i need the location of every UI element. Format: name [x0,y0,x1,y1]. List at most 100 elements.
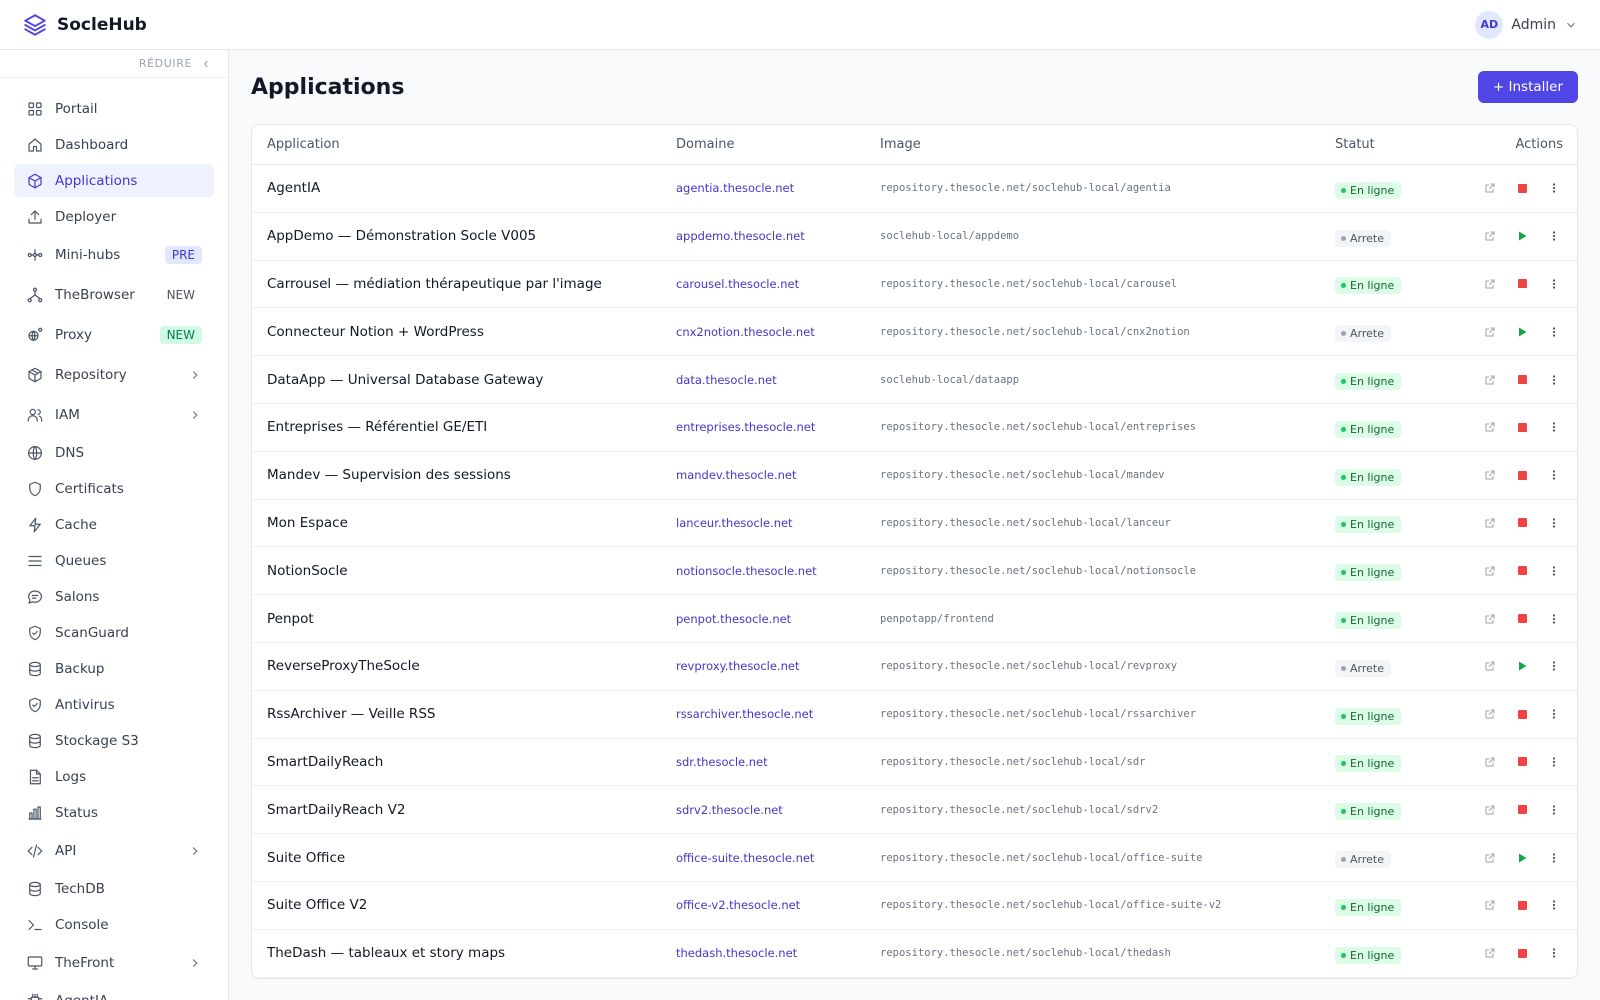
more-actions-button[interactable] [1538,176,1570,200]
open-external-button[interactable] [1474,368,1506,392]
stop-button[interactable] [1506,607,1538,631]
open-external-button[interactable] [1474,415,1506,439]
more-actions-button[interactable] [1538,607,1570,631]
table-row[interactable]: NotionSocle notionsocle.thesocle.net repos… [252,547,1577,596]
open-external-button[interactable] [1474,750,1506,774]
sidebar-item-certificats[interactable]: Certificats [14,472,214,505]
start-button[interactable] [1506,846,1538,870]
stop-button[interactable] [1506,511,1538,535]
domain-link[interactable]: lanceur.thesocle.net [676,516,793,530]
column-header-application[interactable]: Application [267,137,340,152]
table-row[interactable]: Carrousel — médiation thérapeutique par … [252,261,1577,309]
domain-link[interactable]: office-suite.thesocle.net [676,851,814,865]
open-external-button[interactable] [1474,320,1506,344]
sidebar-item-scanguard[interactable]: ScanGuard [14,616,214,649]
more-actions-button[interactable] [1538,415,1570,439]
user-menu[interactable]: AD Admin [1475,10,1578,39]
open-external-button[interactable] [1474,224,1506,248]
sidebar-item-cache[interactable]: Cache [14,508,214,541]
table-row[interactable]: Entreprises — Référentiel GE/ETI entrepri… [252,404,1577,452]
column-header-domain[interactable]: Domaine [676,137,734,152]
open-external-button[interactable] [1474,511,1506,535]
stop-button[interactable] [1506,272,1538,296]
open-external-button[interactable] [1474,941,1506,965]
domain-link[interactable]: appdemo.thesocle.net [676,229,805,243]
open-external-button[interactable] [1474,654,1506,678]
sidebar-item-thebrowser[interactable]: TheBrowser NEW [14,276,214,313]
sidebar-item-portail[interactable]: Portail [14,92,214,125]
open-external-button[interactable] [1474,463,1506,487]
more-actions-button[interactable] [1538,654,1570,678]
domain-link[interactable]: rssarchiver.thesocle.net [676,707,813,721]
sidebar-item-logs[interactable]: Logs [14,760,214,793]
stop-button[interactable] [1506,702,1538,726]
table-row[interactable]: Connecteur Notion + WordPress cnx2notion.… [252,308,1577,357]
stop-button[interactable] [1506,415,1538,439]
sidebar-item-console[interactable]: Console [14,908,214,941]
stop-button[interactable] [1506,941,1538,965]
table-row[interactable]: Penpot penpot.thesocle.net penpotapp/front… [252,595,1577,643]
domain-link[interactable]: sdrv2.thesocle.net [676,803,783,817]
sidebar-item-thefront[interactable]: TheFront [14,944,214,981]
sidebar-item-repository[interactable]: Repository [14,356,214,393]
column-header-status[interactable]: Statut [1335,137,1375,152]
more-actions-button[interactable] [1538,511,1570,535]
collapse-sidebar-button[interactable]: RÉDUIRE [0,50,228,78]
more-actions-button[interactable] [1538,272,1570,296]
stop-button[interactable] [1506,750,1538,774]
more-actions-button[interactable] [1538,224,1570,248]
sidebar-item-agentia[interactable]: AgentIA [14,984,214,1000]
domain-link[interactable]: entreprises.thesocle.net [676,420,815,434]
stop-button[interactable] [1506,559,1538,583]
open-external-button[interactable] [1474,846,1506,870]
sidebar-item-queues[interactable]: Queues [14,544,214,577]
table-row[interactable]: Mandev — Supervision des sessions mandev.… [252,452,1577,500]
domain-link[interactable]: notionsocle.thesocle.net [676,564,817,578]
open-external-button[interactable] [1474,893,1506,917]
table-row[interactable]: SmartDailyReach sdr.thesocle.net repositor… [252,739,1577,787]
more-actions-button[interactable] [1538,320,1570,344]
more-actions-button[interactable] [1538,559,1570,583]
more-actions-button[interactable] [1538,463,1570,487]
open-external-button[interactable] [1474,272,1506,296]
domain-link[interactable]: data.thesocle.net [676,373,777,387]
table-row[interactable]: TheDash — tableaux et story maps thedash.… [252,930,1577,978]
more-actions-button[interactable] [1538,846,1570,870]
domain-link[interactable]: carousel.thesocle.net [676,277,799,291]
table-row[interactable]: AppDemo — Démonstration Socle V005 appdem… [252,213,1577,261]
domain-link[interactable]: revproxy.thesocle.net [676,659,799,673]
table-row[interactable]: DataApp — Universal Database Gateway data… [252,356,1577,404]
table-row[interactable]: AgentIA agentia.thesocle.net repository.th… [252,165,1577,213]
sidebar-item-api[interactable]: API [14,832,214,869]
stop-button[interactable] [1506,893,1538,917]
sidebar-item-salons[interactable]: Salons [14,580,214,613]
sidebar-item-stockage-s3[interactable]: Stockage S3 [14,724,214,757]
table-row[interactable]: SmartDailyReach V2 sdrv2.thesocle.net repo… [252,786,1577,835]
domain-link[interactable]: cnx2notion.thesocle.net [676,325,815,339]
domain-link[interactable]: thedash.thesocle.net [676,946,797,960]
start-button[interactable] [1506,320,1538,344]
domain-link[interactable]: office-v2.thesocle.net [676,898,800,912]
stop-button[interactable] [1506,798,1538,822]
table-row[interactable]: RssArchiver — Veille RSS rssarchiver.thes… [252,691,1577,739]
more-actions-button[interactable] [1538,750,1570,774]
open-external-button[interactable] [1474,607,1506,631]
open-external-button[interactable] [1474,798,1506,822]
sidebar-item-backup[interactable]: Backup [14,652,214,685]
open-external-button[interactable] [1474,702,1506,726]
sidebar-item-mini-hubs[interactable]: Mini-hubs PRE [14,236,214,273]
sidebar-item-antivirus[interactable]: Antivirus [14,688,214,721]
brand[interactable]: SocleHub [22,12,147,38]
install-button[interactable]: + Installer [1477,71,1578,103]
sidebar-item-techdb[interactable]: TechDB [14,872,214,905]
table-row[interactable]: ReverseProxyTheSocle revproxy.thesocle.ne… [252,643,1577,691]
sidebar-item-dns[interactable]: DNS [14,436,214,469]
more-actions-button[interactable] [1538,941,1570,965]
stop-button[interactable] [1506,463,1538,487]
open-external-button[interactable] [1474,559,1506,583]
stop-button[interactable] [1506,368,1538,392]
column-header-image[interactable]: Image [880,137,921,152]
more-actions-button[interactable] [1538,702,1570,726]
open-external-button[interactable] [1474,176,1506,200]
domain-link[interactable]: agentia.thesocle.net [676,181,794,195]
